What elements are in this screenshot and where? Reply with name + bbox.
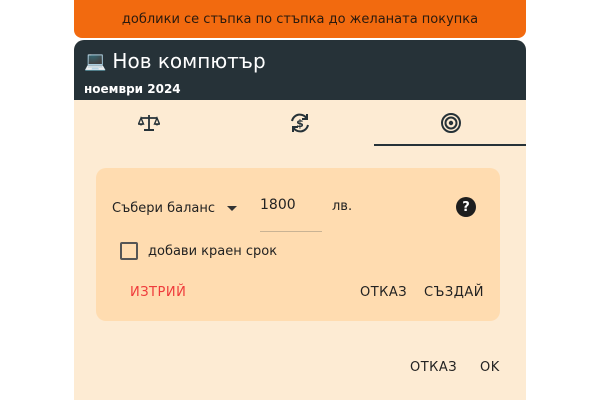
scale-icon [138, 115, 161, 131]
hint-banner-text: доблики се стъпка по стъпка до желаната … [121, 11, 479, 27]
goal-type-tabs: $ [74, 100, 526, 146]
tab-exchange[interactable]: $ [225, 100, 376, 146]
deadline-checkbox[interactable] [120, 242, 138, 260]
laptop-icon: 💻 [84, 50, 107, 72]
card-actions: ИЗТРИЙ ОТКАЗ СЪЗДАЙ [96, 285, 500, 305]
dialog-cancel-button[interactable]: ОТКАЗ [410, 360, 457, 375]
dropdown-arrow-icon [227, 205, 238, 211]
new-goal-dialog: 💻 Нов компютър ноември 2024 $ Събери бал… [74, 40, 526, 400]
currency-exchange-icon: $ [291, 113, 309, 133]
title-row: 💻 Нов компютър [84, 48, 516, 74]
dialog-subtitle: ноември 2024 [84, 82, 181, 96]
dialog-ok-button[interactable]: OK [480, 360, 500, 375]
goal-mode-dropdown[interactable]: Събери баланс [112, 200, 238, 216]
deadline-label: добави краен срок [148, 243, 278, 259]
card-cancel-button[interactable]: ОТКАЗ [360, 285, 407, 300]
dialog-header: 💻 Нов компютър ноември 2024 [74, 40, 526, 100]
tab-target[interactable] [375, 100, 526, 146]
amount-input[interactable] [260, 192, 322, 232]
currency-label: лв. [332, 199, 353, 214]
hint-banner: доблики се стъпка по стъпка до желаната … [74, 0, 526, 38]
goal-card: Събери баланс лв. ? добави краен срок ИЗ… [96, 168, 500, 321]
selected-tab-indicator [374, 144, 526, 146]
svg-text:$: $ [296, 117, 304, 130]
help-icon[interactable]: ? [456, 197, 476, 217]
create-button[interactable]: СЪЗДАЙ [424, 285, 484, 300]
deadline-row[interactable]: добави краен срок [120, 242, 277, 260]
delete-button[interactable]: ИЗТРИЙ [130, 285, 186, 300]
target-icon [440, 113, 461, 133]
tab-balance[interactable] [74, 100, 225, 146]
dialog-title: Нов компютър [112, 49, 266, 73]
goal-mode-label: Събери баланс [112, 200, 216, 216]
